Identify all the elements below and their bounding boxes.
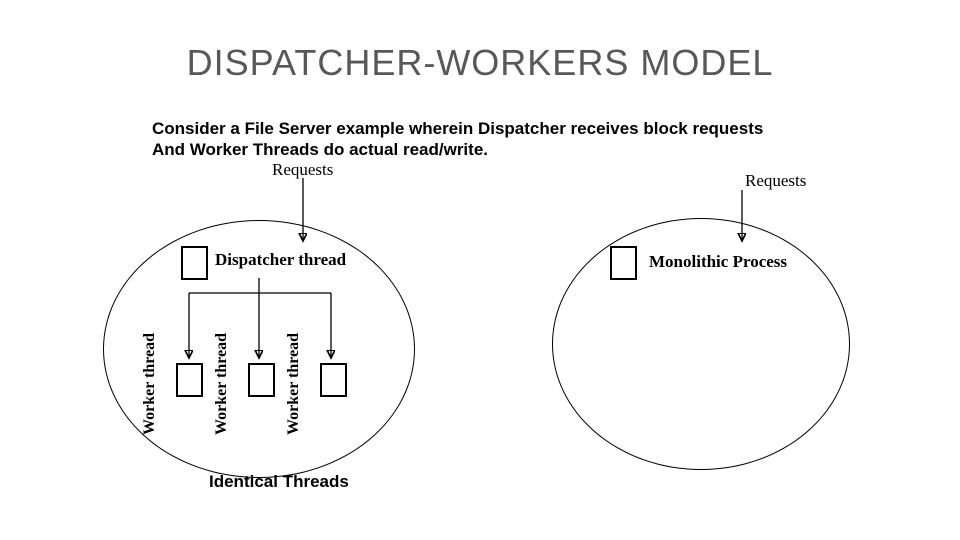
worker-thread-box-2	[248, 363, 275, 397]
slide: DISPATCHER-WORKERS MODEL Consider a File…	[0, 0, 960, 540]
dispatcher-thread-box	[181, 246, 208, 280]
desc-line-2: And Worker Threads do actual read/write.	[152, 140, 488, 159]
desc-line-1: Consider a File Server example wherein D…	[152, 119, 763, 138]
identical-threads-caption: Identical Threads	[209, 472, 349, 492]
worker-thread-label-3: Worker thread	[286, 325, 302, 435]
slide-description: Consider a File Server example wherein D…	[152, 118, 852, 161]
requests-label-left: Requests	[272, 160, 333, 180]
worker-thread-box-1	[176, 363, 203, 397]
dispatcher-thread-label: Dispatcher thread	[215, 250, 346, 270]
slide-title: DISPATCHER-WORKERS MODEL	[0, 42, 960, 84]
worker-thread-box-3	[320, 363, 347, 397]
monolithic-process-label: Monolithic Process	[649, 252, 787, 272]
worker-thread-label-2: Worker thread	[214, 325, 230, 435]
worker-thread-label-1: Worker thread	[142, 325, 158, 435]
monolithic-process-box	[610, 246, 637, 280]
requests-label-right: Requests	[745, 171, 806, 191]
